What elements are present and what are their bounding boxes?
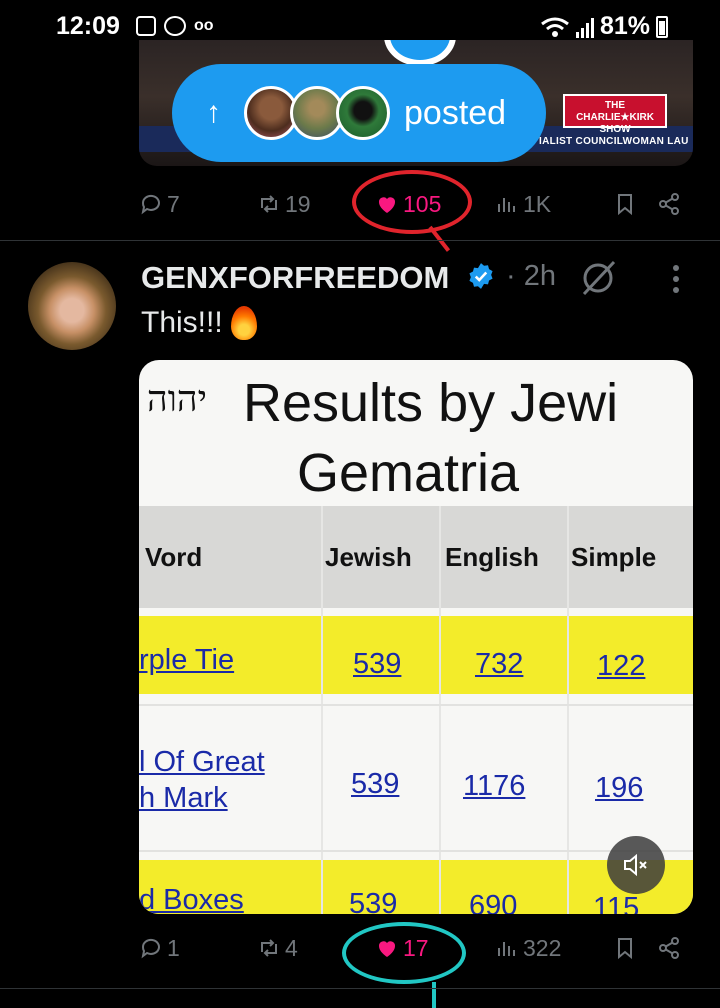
show-badge: THE CHARLIE★KIRK SHOW (563, 94, 667, 135)
reply-count: 1 (167, 934, 180, 961)
hebrew-mark: יהוה (147, 379, 208, 420)
avatar[interactable] (28, 262, 116, 350)
status-time: 12:09 (56, 12, 120, 40)
views-button[interactable]: 322 (495, 926, 561, 970)
table-cell-simple: 115 (593, 892, 640, 914)
video-graphic (384, 40, 456, 66)
header-simple: Simple (571, 542, 657, 572)
voicemail-icon: oo (194, 17, 214, 34)
battery-icon (656, 15, 668, 38)
arrow-up-icon: ↑ (206, 96, 221, 129)
pluto-tv-icon (164, 16, 186, 36)
repost-count: 4 (285, 934, 298, 961)
gallery-icon (136, 16, 156, 36)
table-cell-word: l Of Great (139, 746, 265, 778)
media-title-line2: Gematria (297, 443, 520, 503)
repost-button[interactable]: 19 (257, 182, 311, 226)
media-title-line1: Results by Jewi (243, 373, 619, 433)
wifi-icon (541, 17, 569, 37)
signal-icon (575, 16, 594, 38)
bookmark-button[interactable] (613, 926, 637, 970)
post-text: This!!! (141, 306, 257, 340)
header-jewish: Jewish (325, 542, 412, 572)
volume-muted-icon (624, 853, 647, 877)
teal-annotation-stroke (432, 982, 436, 1008)
battery-percent: 81% (599, 12, 650, 40)
post-divider (0, 988, 720, 989)
repost-icon (261, 939, 277, 957)
reply-icon (141, 194, 160, 215)
row-divider (139, 704, 693, 706)
reply-icon (141, 938, 160, 959)
table-cell-simple: 122 (597, 650, 646, 682)
post-divider (0, 240, 720, 241)
view-count: 322 (523, 934, 562, 961)
post-media[interactable]: יהוה Results by Jewi Gematria Vord Jewis… (139, 360, 693, 914)
red-annotation-circle (352, 170, 472, 234)
lower-third-text: IALIST COUNCILWOMAN LAU (539, 136, 689, 147)
table-cell-word-line2: h Mark (139, 782, 228, 814)
status-notification-icons: oo (136, 16, 214, 36)
reply-button[interactable]: 7 (139, 182, 180, 226)
share-button[interactable] (657, 182, 681, 226)
post-body: This!!! (141, 306, 223, 339)
grok-icon[interactable] (578, 258, 620, 298)
username[interactable]: GENXFORFREEDOM (141, 260, 449, 296)
column-divider (321, 506, 323, 914)
repost-icon (261, 195, 277, 213)
table-header: Vord Jewish English Simple (139, 506, 693, 608)
table-cell-jewish: 539 (349, 888, 398, 914)
table-cell-jewish: 539 (351, 768, 400, 800)
reply-button[interactable]: 1 (139, 926, 180, 970)
post-time: · 2h (506, 260, 556, 292)
table-cell-english: 690 (469, 890, 518, 914)
teal-annotation-circle (342, 922, 466, 984)
header-word: Vord (145, 542, 203, 572)
pill-avatars (244, 86, 390, 140)
share-icon (659, 937, 679, 959)
table-cell-english: 732 (475, 648, 524, 680)
reply-count: 7 (167, 190, 180, 217)
bookmark-icon (618, 194, 632, 216)
repost-count: 19 (285, 190, 311, 217)
share-icon (659, 193, 679, 215)
bookmark-icon (618, 938, 632, 960)
views-icon (498, 942, 515, 956)
table-cell-english: 1176 (463, 770, 526, 802)
views-icon (498, 198, 515, 212)
share-button[interactable] (657, 926, 681, 970)
header-english: English (445, 542, 539, 572)
more-options-icon[interactable] (666, 262, 686, 298)
mute-button[interactable] (607, 836, 665, 894)
repost-button[interactable]: 4 (257, 926, 298, 970)
status-right: 81% (540, 12, 668, 41)
column-divider (567, 506, 569, 914)
bookmark-button[interactable] (613, 182, 637, 226)
table-cell-word: rple Tie (139, 644, 235, 676)
avatar (336, 86, 390, 140)
new-posts-pill[interactable]: ↑ posted (172, 64, 546, 162)
table-cell-simple: 196 (595, 772, 644, 804)
view-count: 1K (523, 190, 552, 217)
table-cell-word: d Boxes (139, 884, 244, 914)
views-button[interactable]: 1K (495, 182, 551, 226)
verified-badge-icon (469, 263, 493, 289)
column-divider (439, 506, 441, 914)
fire-emoji-icon (230, 306, 257, 340)
pill-label: posted (404, 93, 507, 132)
table-cell-jewish: 539 (353, 648, 402, 680)
